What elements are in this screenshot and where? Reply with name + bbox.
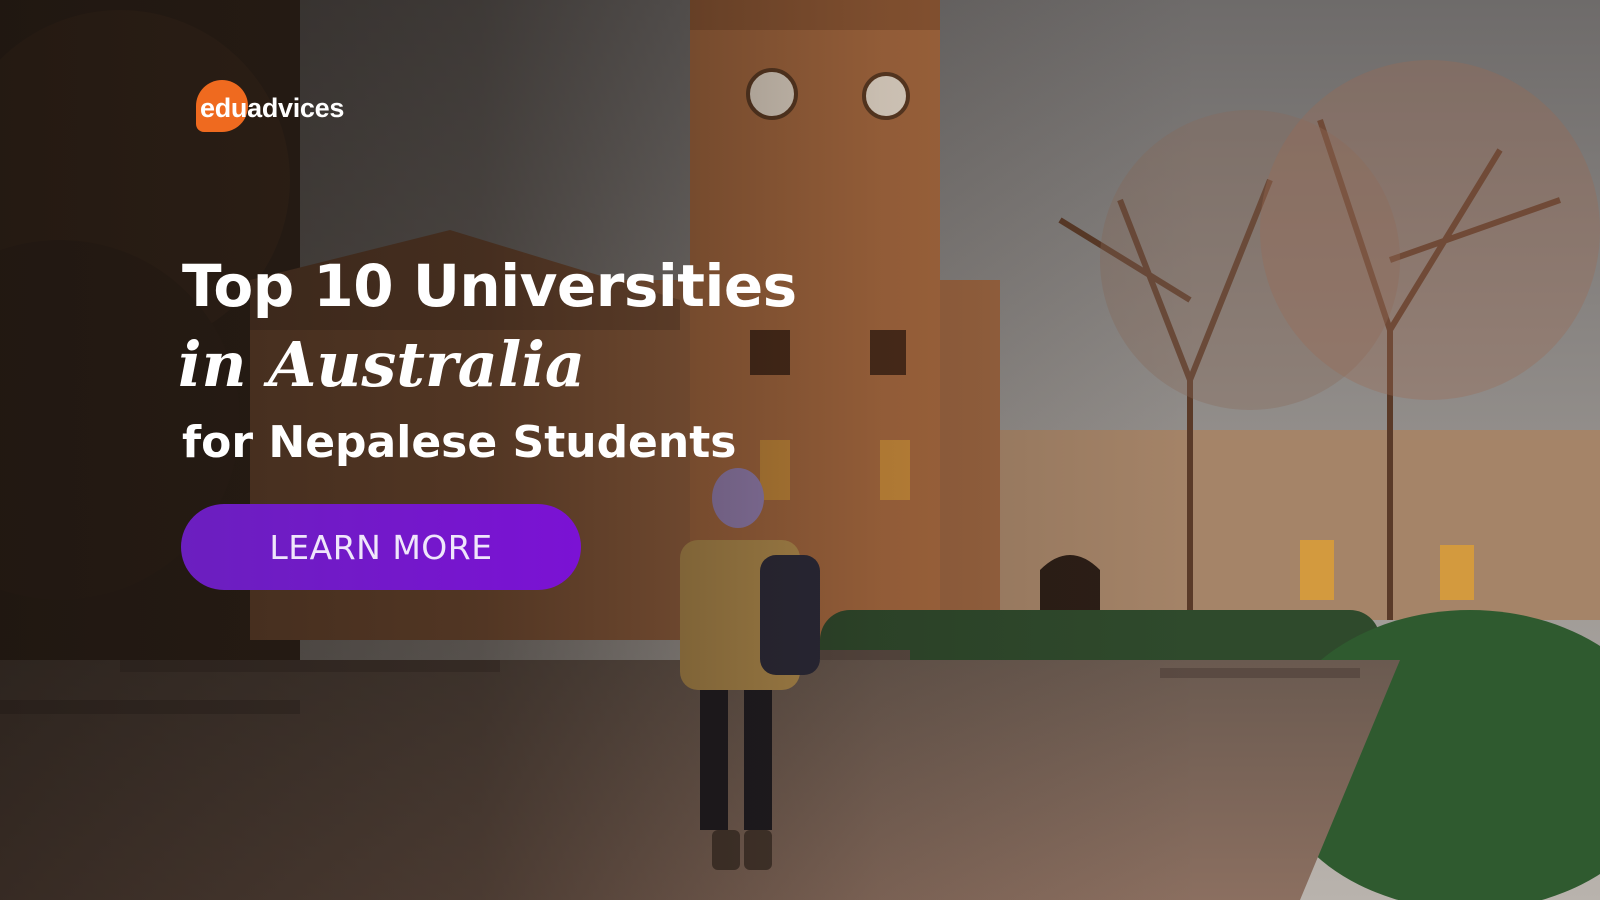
headline: Top 10 Universities in Australia for Nep… (178, 250, 797, 474)
eduadvices-logo: edu advices (196, 80, 344, 136)
learn-more-button[interactable]: LEARN MORE (181, 504, 581, 590)
banner: edu advices Top 10 Universities in Austr… (0, 0, 1600, 900)
headline-line2: in Australia (178, 328, 586, 401)
headline-line3: for Nepalese Students (182, 417, 737, 468)
logo-advices-text: advices (247, 92, 345, 123)
logo-edu-text: edu (200, 92, 248, 123)
headline-line1: Top 10 Universities (182, 252, 797, 320)
logo-wordmark: edu advices (196, 93, 344, 124)
